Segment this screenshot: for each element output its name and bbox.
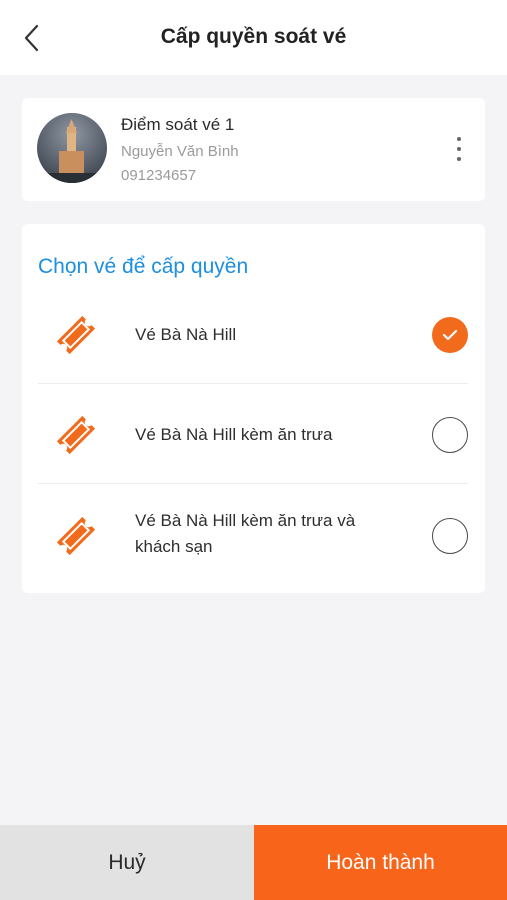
user-role: Điểm soát vé 1 [121, 115, 235, 134]
more-options-button[interactable] [451, 134, 467, 164]
ticket-option-label: Vé Bà Nà Hill kèm ăn trưa [135, 425, 333, 444]
done-button[interactable]: Hoàn thành [254, 825, 507, 900]
page-title: Cấp quyền soát vé [160, 25, 347, 48]
ticket-option-label: Vé Bà Nà Hill [135, 325, 237, 344]
radio-unchecked[interactable] [432, 518, 468, 554]
app-header: Cấp quyền soát vé [0, 0, 507, 75]
radio-unchecked[interactable] [432, 417, 468, 453]
footer-actions: Huỷ Hoàn thành [0, 825, 507, 900]
cancel-button[interactable]: Huỷ [0, 825, 254, 900]
user-card: Điểm soát vé 1 Nguyễn Văn Bình 091234657 [22, 98, 485, 201]
avatar [37, 113, 107, 183]
ticket-option-3[interactable]: Vé Bà Nà Hill kèm ăn trưa và khách sạn [38, 508, 468, 593]
ticket-icon [56, 516, 96, 556]
screen: Cấp quyền soát vé Điểm soát vé 1 Nguyễn … [0, 0, 507, 900]
check-icon [442, 329, 458, 341]
section-title: Chọn vé để cấp quyền [38, 255, 249, 278]
ticket-option-1[interactable]: Vé Bà Nà Hill [38, 304, 468, 406]
user-phone: 091234657 [121, 167, 197, 184]
user-fullname: Nguyễn Văn Bình [121, 143, 239, 160]
ticket-icon [56, 315, 96, 355]
ticket-selection-card: Chọn vé để cấp quyền Vé Bà Nà Hill Vé Bà… [22, 224, 485, 593]
ticket-icon [56, 415, 96, 455]
divider [38, 383, 468, 384]
radio-checked[interactable] [432, 317, 468, 353]
divider [38, 483, 468, 484]
ticket-option-label: Vé Bà Nà Hill kèm ăn trưa và khách sạn [135, 511, 356, 556]
more-vertical-icon [457, 137, 461, 141]
ticket-option-2[interactable]: Vé Bà Nà Hill kèm ăn trưa [38, 407, 468, 507]
